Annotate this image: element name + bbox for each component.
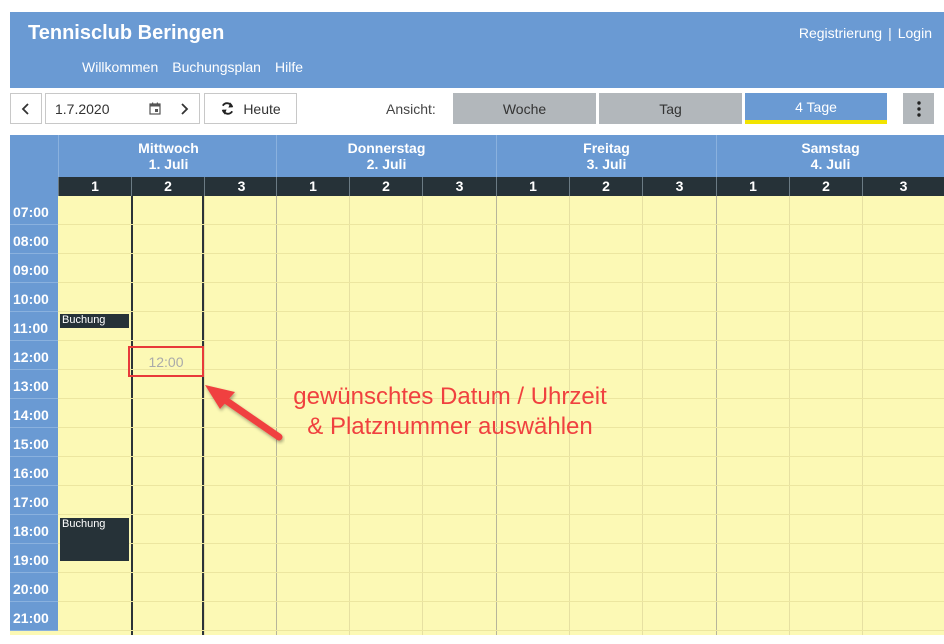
day-name: Donnerstag	[347, 140, 426, 156]
column-border	[131, 196, 133, 635]
nav-item-hilfe[interactable]: Hilfe	[275, 59, 303, 75]
court-header: 1	[276, 177, 349, 196]
court-divider	[789, 196, 790, 635]
chevron-left-icon	[21, 102, 29, 115]
view-day-button[interactable]: Tag	[599, 93, 742, 124]
court-header: 1	[58, 177, 131, 196]
day-date: 1. Juli	[148, 156, 189, 172]
hour-gridline	[58, 253, 944, 254]
date-value: 1.7.2020	[55, 100, 110, 117]
court-header: 1	[716, 177, 789, 196]
brand-title[interactable]: Tennisclub Beringen	[28, 22, 224, 45]
day-header[interactable]: Freitag 3. Juli	[496, 135, 716, 177]
annotation-line-2: & Platznummer auswählen	[307, 413, 593, 440]
calendar-icon[interactable]	[149, 102, 161, 115]
login-link[interactable]: Login	[898, 25, 932, 41]
annotation-text: gewünschtes Datum / Uhrzeit & Platznumme…	[200, 382, 700, 442]
court-header: 2	[569, 177, 642, 196]
day-header[interactable]: Donnerstag 2. Juli	[276, 135, 496, 177]
prev-button[interactable]	[10, 93, 42, 124]
hour-gridline	[58, 601, 944, 602]
time-label: 14:00	[10, 399, 58, 428]
hour-gridline	[58, 543, 944, 544]
time-label: 07:00	[10, 196, 58, 225]
next-button[interactable]	[168, 93, 200, 124]
nav-item-buchungsplan[interactable]: Buchungsplan	[172, 59, 261, 75]
hour-gridline	[58, 224, 944, 225]
calendar-toolbar: 1.7.2020 Heute Ansicht: Woche Tag 4 Tage	[10, 89, 944, 129]
day-date: 3. Juli	[586, 156, 627, 172]
auth-separator: |	[888, 25, 892, 41]
hour-gridline	[58, 572, 944, 573]
hour-gridline	[58, 340, 944, 341]
booking-block[interactable]: Buchung	[60, 518, 129, 561]
day-date: 2. Juli	[366, 156, 407, 172]
hour-gridline	[58, 485, 944, 486]
more-vertical-icon	[916, 100, 921, 117]
court-header: 3	[422, 177, 496, 196]
time-label: 11:00	[10, 312, 58, 341]
time-label: 18:00	[10, 515, 58, 544]
app-root: Tennisclub Beringen Willkommen Buchungsp…	[0, 0, 944, 644]
selected-time-slot[interactable]: 12:00	[128, 346, 204, 377]
time-label: 19:00	[10, 544, 58, 573]
annotation-line-1: gewünschtes Datum / Uhrzeit	[293, 383, 607, 410]
hour-gridline	[58, 630, 944, 631]
court-header: 3	[642, 177, 716, 196]
court-header: 3	[204, 177, 278, 196]
chevron-right-icon	[180, 102, 188, 115]
time-label: 12:00	[10, 341, 58, 370]
court-divider	[862, 196, 863, 635]
time-label: 16:00	[10, 457, 58, 486]
refresh-icon	[222, 102, 234, 115]
day-name: Mittwoch	[138, 140, 199, 156]
time-label: 15:00	[10, 428, 58, 457]
auth-links: Registrierung | Login	[799, 25, 932, 41]
app-header: Tennisclub Beringen Willkommen Buchungsp…	[10, 12, 944, 88]
day-name: Freitag	[583, 140, 630, 156]
hour-gridline	[58, 514, 944, 515]
time-label: 10:00	[10, 283, 58, 312]
view-4days-button[interactable]: 4 Tage	[745, 93, 887, 124]
time-label: 21:00	[10, 602, 58, 631]
time-label: 09:00	[10, 254, 58, 283]
day-name: Samstag	[801, 140, 860, 156]
time-label: 08:00	[10, 225, 58, 254]
day-header[interactable]: Mittwoch 1. Juli	[58, 135, 278, 177]
day-date: 4. Juli	[810, 156, 851, 172]
nav-item-willkommen[interactable]: Willkommen	[82, 59, 158, 75]
day-divider	[716, 196, 717, 635]
time-label: 17:00	[10, 486, 58, 515]
view-label: Ansicht:	[386, 101, 436, 117]
today-button[interactable]: Heute	[204, 93, 297, 124]
register-link[interactable]: Registrierung	[799, 25, 882, 41]
main-nav: Willkommen Buchungsplan Hilfe	[82, 59, 303, 75]
court-header: 2	[349, 177, 422, 196]
time-label: 13:00	[10, 370, 58, 399]
court-header: 3	[862, 177, 944, 196]
day-header[interactable]: Samstag 4. Juli	[716, 135, 944, 177]
calendar-corner	[10, 135, 58, 196]
more-menu-button[interactable]	[903, 93, 934, 124]
court-header: 1	[496, 177, 569, 196]
time-label: 20:00	[10, 573, 58, 602]
court-header: 2	[789, 177, 862, 196]
booking-block[interactable]: Buchung	[60, 314, 129, 328]
view-week-button[interactable]: Woche	[453, 93, 596, 124]
hour-gridline	[58, 311, 944, 312]
hour-gridline	[58, 456, 944, 457]
today-label: Heute	[243, 100, 281, 117]
court-header: 2	[131, 177, 204, 196]
date-input[interactable]: 1.7.2020	[45, 93, 172, 124]
hour-gridline	[58, 282, 944, 283]
